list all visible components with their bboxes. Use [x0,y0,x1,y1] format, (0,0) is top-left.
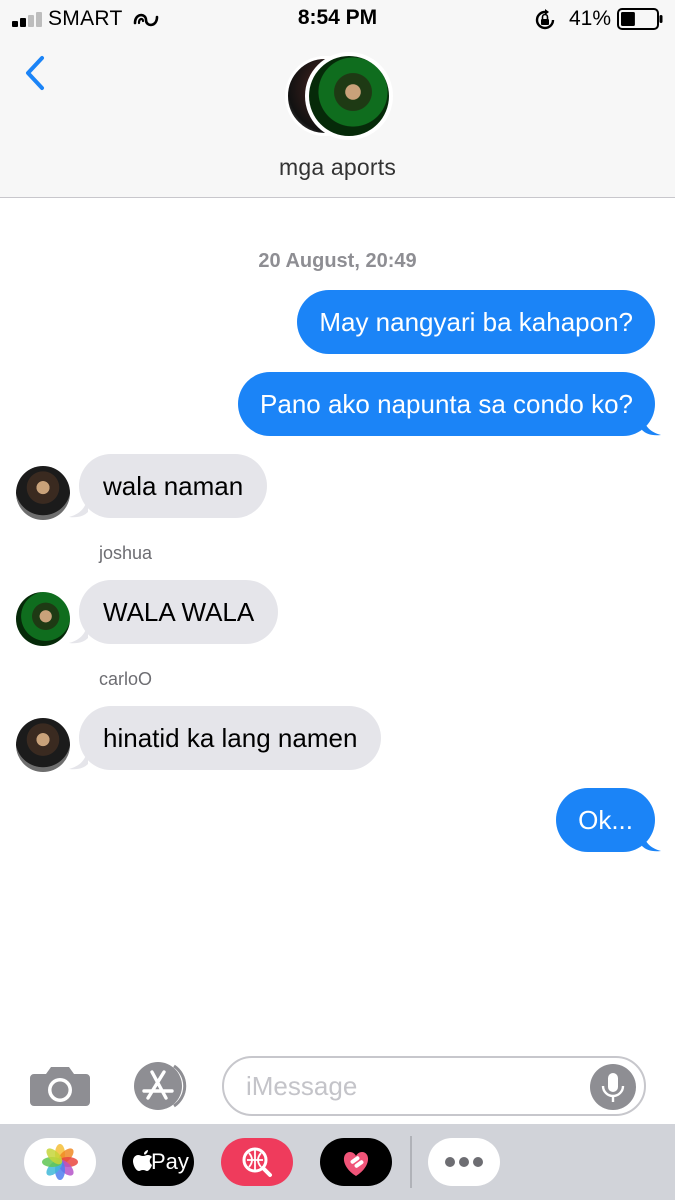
sender-avatar[interactable] [16,466,70,520]
app-drawer: Pay [0,1124,675,1200]
bubble-tail [642,414,661,436]
dictation-button[interactable] [590,1064,636,1110]
orientation-lock-icon [535,9,555,30]
web-images-search-icon [242,1147,272,1177]
app-store-button[interactable] [126,1060,190,1112]
camera-icon [30,1067,90,1106]
received-message-bubble[interactable]: hinatid ka lang namen [79,706,382,770]
sent-message-bubble[interactable]: Ok... [556,788,655,852]
group-avatar[interactable] [283,50,393,142]
message-text: hinatid ka lang namen [103,723,358,753]
digital-touch-heart-icon [343,1152,369,1176]
back-button[interactable] [18,52,58,96]
camera-button[interactable] [28,1062,92,1110]
microphone-icon [601,1073,625,1102]
bubble-tail [69,496,88,518]
sender-avatar[interactable] [16,718,70,772]
photos-icon [42,1144,78,1180]
digital-touch-app-button[interactable] [320,1138,392,1186]
sender-name: joshua [99,543,153,563]
bubble-tail [642,830,661,852]
message-text: Ok... [578,805,633,835]
message-timestamp: 20 August, 20:49 [258,250,417,272]
app-store-icon [134,1062,187,1110]
conversation-header: mga aports [0,40,675,198]
message-text: wala naman [103,471,244,501]
received-message-bubble[interactable]: wala naman [79,454,268,518]
message-text: WALA WALA [103,597,255,627]
apple-pay-label: Pay [151,1149,189,1174]
bubble-tail [69,748,88,770]
member-avatar [305,52,393,140]
battery-percentage: 41% [569,7,612,30]
battery-icon [617,8,663,30]
more-apps-button[interactable] [428,1138,500,1186]
images-search-app-button[interactable] [221,1138,293,1186]
chevron-left-icon [26,56,44,90]
status-bar: SMART 8:54 PM 41% [0,0,675,40]
more-apps-icon [445,1157,483,1167]
drawer-divider [410,1136,412,1188]
sent-message-bubble[interactable]: May nangyari ba kahapon? [297,290,655,354]
received-message-bubble[interactable]: WALA WALA [79,580,279,644]
group-name[interactable]: mga aports [0,154,675,181]
apple-pay-app-button[interactable]: Pay [122,1138,194,1186]
message-text: May nangyari ba kahapon? [319,307,633,337]
imessage-input[interactable] [222,1056,646,1116]
message-text: Pano ako napunta sa condo ko? [260,389,633,419]
sender-avatar[interactable] [16,592,70,646]
photos-app-button[interactable] [24,1138,96,1186]
sender-name: carloO [99,669,153,689]
sent-message-bubble[interactable]: Pano ako napunta sa condo ko? [238,372,655,436]
bubble-tail [69,622,88,644]
